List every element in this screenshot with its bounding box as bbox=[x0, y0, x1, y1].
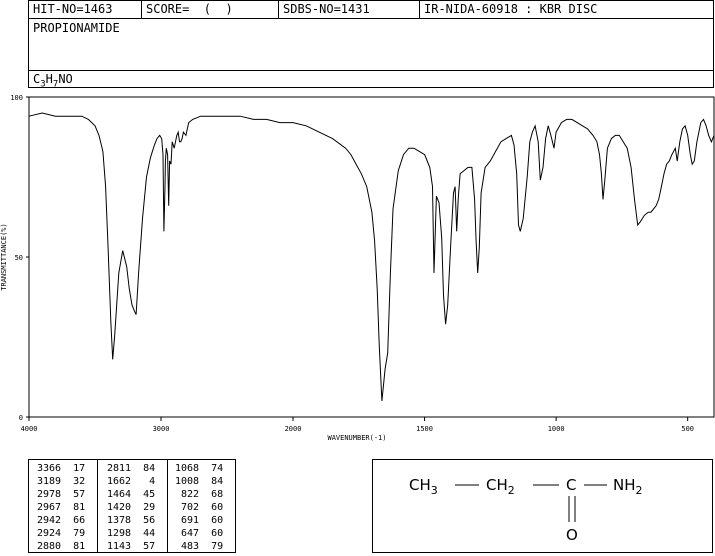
peak-row: 822 68 bbox=[175, 489, 224, 500]
peak-row: 2880 81 bbox=[37, 541, 86, 552]
peak-column-1: 3366 17 3189 32 2978 57 2967 81 2942 66 2924 … bbox=[37, 462, 85, 553]
peak-row: 647 60 bbox=[175, 528, 224, 539]
x-tick-label: 1500 bbox=[416, 425, 433, 433]
x-tick-label: 3000 bbox=[153, 425, 170, 433]
peak-row: 702 60 bbox=[175, 502, 224, 513]
peak-row: 2811 84 bbox=[107, 463, 156, 474]
peak-row: 2967 81 bbox=[37, 502, 86, 513]
structure-drawing: CH3 CH2 C NH2 O bbox=[409, 476, 643, 544]
y-tick-label: 0 bbox=[19, 414, 23, 422]
peak-row: 1143 57 bbox=[107, 541, 156, 552]
x-tick-label: 500 bbox=[681, 425, 694, 433]
y-tick-label: 50 bbox=[15, 254, 23, 262]
peak-row: 2978 57 bbox=[37, 489, 86, 500]
y-tick-label: 100 bbox=[10, 94, 23, 102]
peak-row: 483 79 bbox=[175, 541, 224, 552]
peak-table: 3366 17 3189 32 2978 57 2967 81 2942 66 2924 … bbox=[28, 459, 236, 553]
x-tick-label: 2000 bbox=[285, 425, 302, 433]
oxygen-atom: O bbox=[566, 526, 578, 544]
carbonyl-carbon: C bbox=[566, 476, 576, 494]
spectrum-line bbox=[28, 112, 715, 402]
peak-row: 2924 79 bbox=[37, 528, 86, 539]
peak-row: 1420 29 bbox=[107, 502, 156, 513]
peak-row: 1378 56 bbox=[107, 515, 156, 526]
peak-row: 2942 66 bbox=[37, 515, 86, 526]
ch2-subscript: 2 bbox=[508, 484, 515, 497]
peak-row: 1662 4 bbox=[107, 476, 156, 487]
ch3-group: CH3 bbox=[409, 476, 438, 497]
x-tick-label: 1000 bbox=[548, 425, 565, 433]
x-tick-label: 4000 bbox=[21, 425, 38, 433]
peak-column-2: 2811 84 1662 4 1464 45 1420 29 1378 56 1298 4… bbox=[107, 462, 155, 553]
peak-row: 1008 84 bbox=[175, 476, 224, 487]
peak-row: 691 60 bbox=[175, 515, 224, 526]
peak-row: 1068 74 bbox=[175, 463, 224, 474]
plot-frame bbox=[28, 96, 715, 418]
peak-column-3: 1068 74 1008 84 822 68 702 60 691 60 647 … bbox=[175, 462, 223, 553]
x-axis-label: WAVENUMBER(-1) bbox=[327, 434, 386, 442]
peak-row: 3366 17 bbox=[37, 463, 86, 474]
ir-spectrum-chart: 4000 3000 2000 1500 1000 500 100500 WAVENUMBE… bbox=[0, 94, 715, 442]
peak-row: 1298 44 bbox=[107, 528, 156, 539]
peak-row: 1464 45 bbox=[107, 489, 156, 500]
table-divider bbox=[167, 460, 168, 552]
table-divider bbox=[97, 460, 98, 552]
nh2-group: NH2 bbox=[613, 476, 643, 497]
ch2-group: CH2 bbox=[486, 476, 515, 497]
structure-box: CH3 CH2 C NH2 O bbox=[372, 459, 713, 553]
ch3-subscript: 3 bbox=[431, 484, 438, 497]
nh2-subscript: 2 bbox=[636, 484, 643, 497]
peak-row: 3189 32 bbox=[37, 476, 86, 487]
y-axis-label: TRANSMITTANCE(%) bbox=[0, 223, 8, 290]
